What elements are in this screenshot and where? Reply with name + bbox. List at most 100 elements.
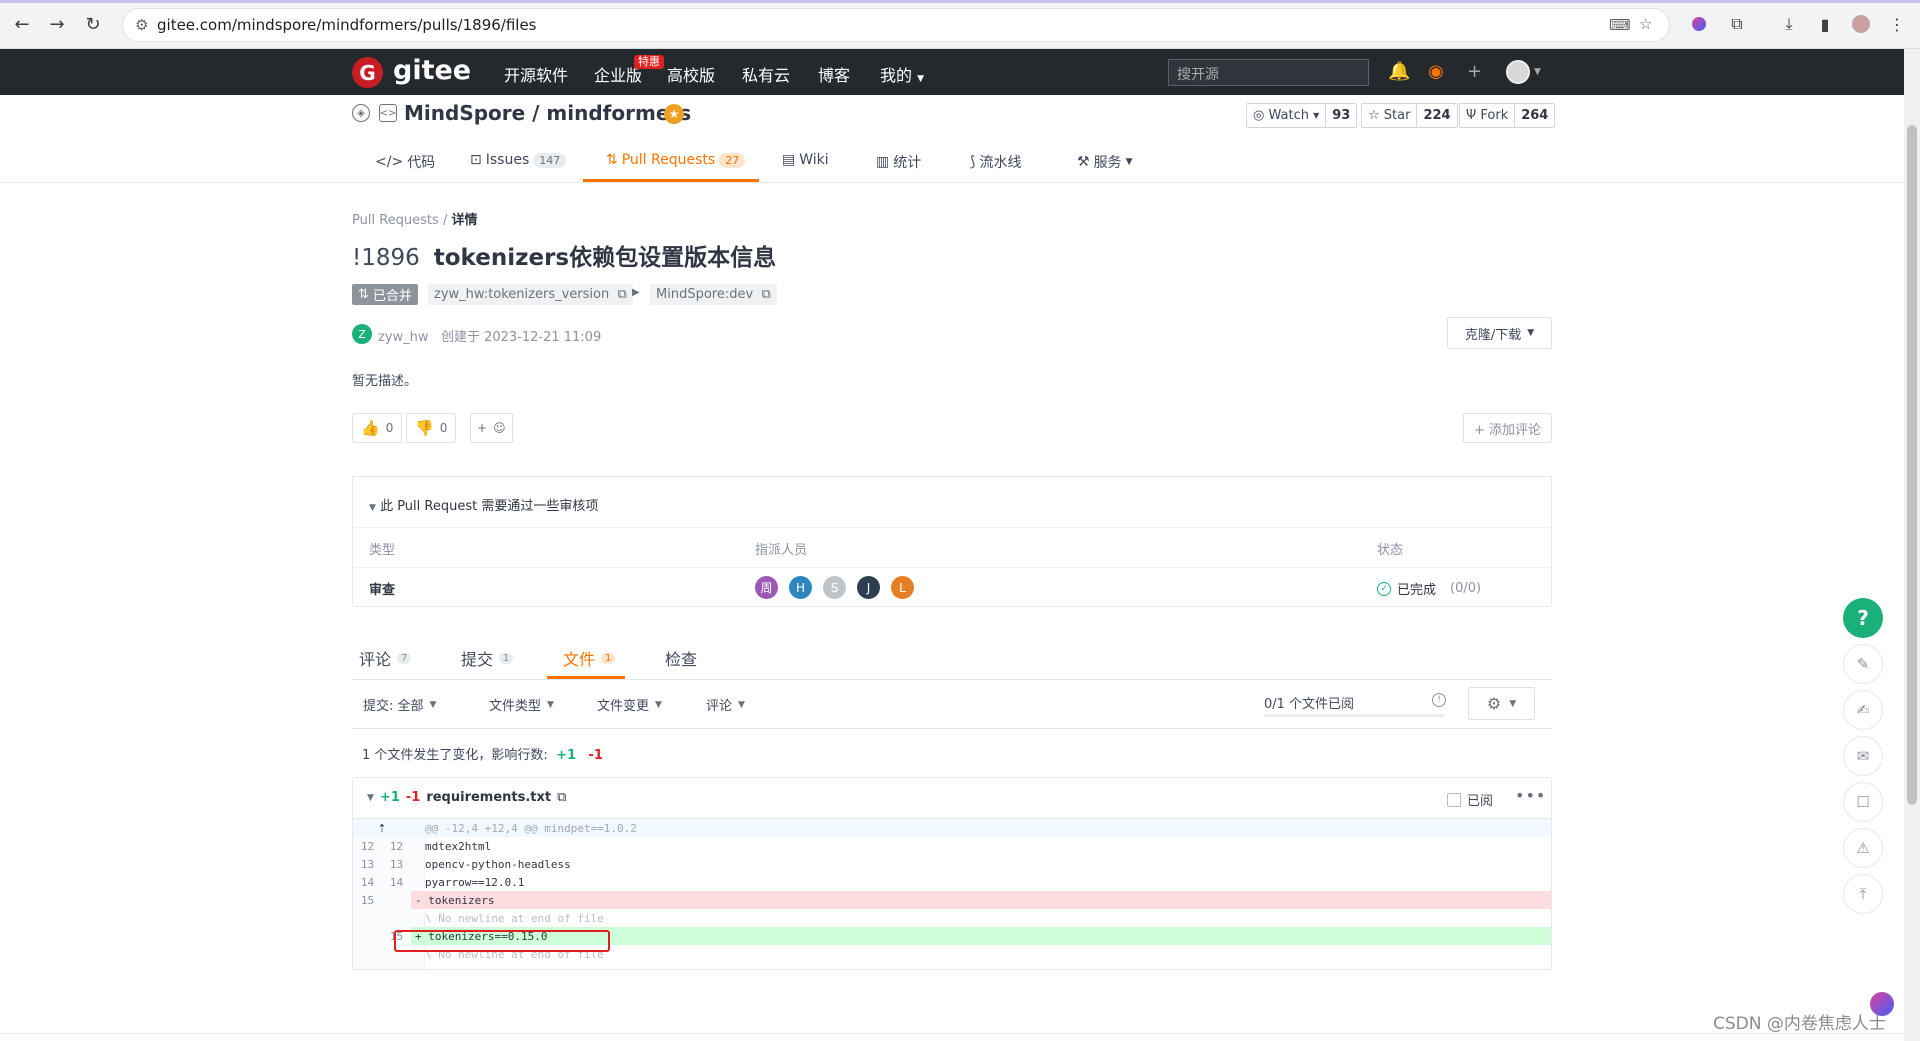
nav-education[interactable]: 高校版 (667, 62, 715, 86)
address-bar[interactable]: ⚙ gitee.com/mindspore/mindformers/pulls/… (122, 8, 1670, 42)
thumbs-up-icon: 👍 (361, 419, 380, 437)
reload-icon[interactable]: ↻ (81, 12, 105, 36)
extension-orb-icon[interactable] (1688, 13, 1710, 35)
extensions-puzzle-icon[interactable]: ⧉ (1726, 13, 1748, 35)
star-count[interactable]: 224 (1417, 104, 1456, 127)
target-branch-label: MindSpore:dev (656, 287, 754, 302)
mail-icon[interactable]: ✉ (1843, 736, 1883, 776)
feedback-icon[interactable]: ✎ (1843, 644, 1883, 684)
code-icon: </> (375, 154, 404, 170)
back-to-top-icon[interactable]: ⤒ (1843, 874, 1883, 914)
viewed-checkbox[interactable]: 已阅 (1447, 790, 1493, 809)
avatar-chevron-down-icon[interactable]: ▼ (1534, 67, 1541, 77)
comment-filter[interactable]: 评论 ▼ (706, 695, 745, 714)
expand-up-icon[interactable]: ⇡ (353, 822, 411, 835)
tab-checks[interactable]: 检查 (665, 646, 697, 670)
filetype-filter-label: 文件类型 (489, 699, 542, 714)
nav-blog[interactable]: 博客 (818, 62, 850, 86)
tab-issues[interactable]: ⊡ Issues 147 (470, 152, 567, 168)
site-info-icon[interactable]: ⚙ (135, 16, 148, 34)
breadcrumb-separator: / (442, 213, 448, 228)
scrollbar-thumb[interactable] (1907, 125, 1917, 805)
bell-icon[interactable]: 🔔 (1388, 61, 1410, 82)
target-branch[interactable]: MindSpore:dev ⧉ (650, 284, 777, 305)
forward-icon[interactable]: → (45, 12, 69, 36)
avatar[interactable]: Z (352, 324, 372, 344)
browser-toolbar: ← → ↻ ⚙ gitee.com/mindspore/mindformers/… (0, 0, 1920, 49)
tab-pull-requests[interactable]: ⇅ Pull Requests 27 (606, 152, 746, 168)
info-icon[interactable]: ! (1432, 693, 1446, 707)
checkbox[interactable] (1447, 792, 1461, 807)
filetype-filter[interactable]: 文件类型 ▼ (489, 695, 554, 714)
assignee-avatar[interactable]: 周 (755, 576, 778, 599)
active-tab-underline (547, 676, 625, 679)
profile-avatar-icon[interactable] (1850, 13, 1872, 35)
assignee-avatar[interactable]: L (891, 576, 914, 599)
diff-settings-button[interactable]: ⚙ ▼ (1468, 687, 1535, 720)
bookmark-star-icon[interactable]: ☆ (1639, 15, 1652, 33)
copy-icon[interactable]: ⧉ (617, 287, 626, 302)
copy-icon[interactable]: ⧉ (761, 287, 770, 302)
tab-code[interactable]: </> 代码 (375, 152, 435, 172)
translate-icon[interactable]: ⌨ (1609, 16, 1631, 34)
help-button[interactable]: ? (1843, 598, 1883, 638)
assignee-avatar[interactable]: H (789, 576, 812, 599)
filechange-filter[interactable]: 文件变更 ▼ (597, 695, 662, 714)
nav-open-source[interactable]: 开源软件 (504, 62, 568, 86)
add-comment-button[interactable]: + 添加评论 (1463, 413, 1552, 443)
gitee-logo-text[interactable]: gitee (393, 55, 471, 86)
back-icon[interactable]: ← (10, 12, 34, 36)
tab-checks-label: 检查 (665, 650, 698, 669)
user-avatar[interactable] (1506, 60, 1530, 84)
warning-icon[interactable]: ⚠ (1843, 828, 1883, 868)
breadcrumb-pull-requests[interactable]: Pull Requests (352, 213, 439, 228)
repo-title[interactable]: MindSpore / mindformers (404, 101, 691, 125)
watch-button[interactable]: ◎ Watch ▼ 93 (1246, 103, 1358, 128)
location-pin-icon[interactable]: ◉ (1428, 61, 1444, 82)
special-offer-badge: 特惠 (634, 55, 664, 69)
plus-icon[interactable]: + (1467, 61, 1482, 82)
thumbs-down-button[interactable]: 👎 0 (406, 413, 457, 443)
tab-commits[interactable]: 提交 1 (461, 646, 514, 670)
search-input[interactable]: 搜开源 (1168, 59, 1369, 86)
gear-icon: ⚙ (1486, 694, 1502, 713)
fork-button[interactable]: Ψ Fork 264 (1459, 103, 1556, 128)
file-name[interactable]: requirements.txt (426, 790, 551, 805)
tab-pipeline[interactable]: ⟆ 流水线 (970, 152, 1021, 172)
tab-commits-label: 提交 (461, 650, 494, 669)
chat-icon[interactable]: ☐ (1843, 782, 1883, 822)
gitee-logo-icon[interactable]: G (352, 57, 383, 88)
source-branch[interactable]: zyw_hw:tokenizers_version ⧉ (428, 284, 633, 305)
tab-services[interactable]: ⚒ 服务 ▼ (1077, 152, 1132, 172)
star-button[interactable]: ☆ Star 224 (1361, 103, 1458, 128)
tab-wiki[interactable]: ▤ Wiki (782, 152, 829, 168)
old-line-number: 15 (360, 893, 375, 907)
review-title[interactable]: ▼ 此 Pull Request 需要通过一些审核项 (369, 495, 598, 514)
clone-download-button[interactable]: 克隆/下载 ▼ (1447, 317, 1552, 349)
assignee-avatar[interactable]: S (823, 576, 846, 599)
col-assignees-header: 指派人员 (755, 543, 808, 558)
assignee-avatar[interactable]: J (857, 576, 880, 599)
active-tab-underline (583, 179, 759, 182)
watch-count[interactable]: 93 (1326, 104, 1356, 127)
chevron-down-icon[interactable]: ▼ (367, 793, 374, 803)
author-name[interactable]: zyw_hw (378, 330, 429, 345)
more-icon[interactable]: ••• (1515, 786, 1546, 805)
nav-private-cloud[interactable]: 私有云 (742, 62, 790, 86)
side-panel-icon[interactable]: ▮ (1814, 13, 1836, 35)
copy-icon[interactable]: ⧉ (557, 790, 566, 805)
fork-count[interactable]: 264 (1515, 104, 1554, 127)
tab-wiki-label: Wiki (799, 152, 829, 168)
thumbs-up-button[interactable]: 👍 0 (352, 413, 403, 443)
check-circle-icon: ✓ (1377, 581, 1391, 596)
file-diff-title[interactable]: ▼ +1 -1 requirements.txt ⧉ (367, 790, 566, 805)
download-icon[interactable]: ⤓ (1778, 13, 1800, 35)
add-emoji-button[interactable]: + ☺ (470, 413, 513, 443)
nav-mine[interactable]: 我的 ▼ (880, 62, 924, 86)
tab-comments[interactable]: 评论 7 (359, 646, 412, 670)
tab-stats[interactable]: ▥ 统计 (876, 152, 921, 172)
commit-filter[interactable]: 提交: 全部 ▼ (363, 695, 436, 714)
tab-files[interactable]: 文件 1 (563, 646, 616, 670)
browser-menu-icon[interactable]: ⋮ (1886, 13, 1908, 35)
edit-note-icon[interactable]: ✍ (1843, 690, 1883, 730)
